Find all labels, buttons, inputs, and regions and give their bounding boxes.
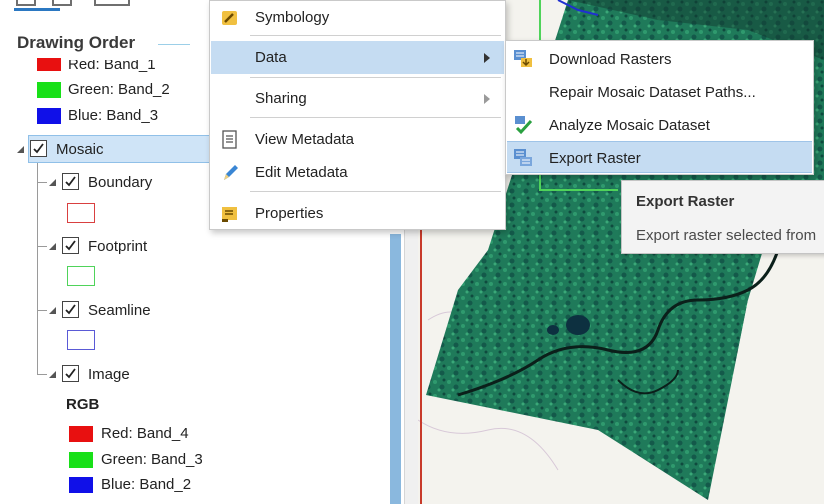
boundary-checkbox[interactable]: [62, 173, 79, 190]
band-green-label: Green: Band_2: [68, 81, 170, 98]
band-blue-swatch: [37, 108, 61, 124]
menu-item-properties-label: Properties: [255, 205, 324, 222]
heading-divider: [158, 44, 190, 45]
contents-tab-strip[interactable]: [14, 0, 154, 11]
image-blue-label: Blue: Band_2: [101, 476, 192, 493]
submenu-arrow-icon: [484, 53, 490, 63]
properties-icon: [220, 204, 240, 224]
image-green-label: Green: Band_3: [101, 451, 203, 468]
menu-item-export-raster-label: Export Raster: [549, 150, 641, 167]
boundary-symbol[interactable]: [67, 203, 95, 223]
view-metadata-icon: [220, 130, 240, 150]
data-submenu: Download Rasters Repair Mosaic Dataset P…: [505, 40, 814, 175]
band-green-swatch: [37, 82, 61, 98]
export-raster-icon: [513, 148, 533, 168]
edit-metadata-icon: [220, 163, 240, 183]
image-checkbox[interactable]: [62, 365, 79, 382]
menu-item-edit-metadata-label: Edit Metadata: [255, 164, 348, 181]
menu-item-sharing[interactable]: Sharing: [211, 82, 504, 115]
image-label: Image: [88, 366, 130, 383]
menu-item-download-rasters-label: Download Rasters: [549, 51, 672, 68]
menu-item-properties[interactable]: Properties: [211, 197, 504, 230]
footprint-collapse-arrow-icon[interactable]: [49, 243, 56, 250]
image-blue-swatch[interactable]: [69, 477, 93, 493]
image-green-swatch[interactable]: [69, 452, 93, 468]
tree-line: [37, 374, 47, 375]
menu-item-download-rasters[interactable]: Download Rasters: [507, 43, 812, 75]
menu-item-view-metadata[interactable]: View Metadata: [211, 123, 504, 156]
download-rasters-icon: [513, 49, 533, 69]
menu-item-repair-mosaic-paths-label: Repair Mosaic Dataset Paths...: [549, 84, 756, 101]
menu-item-view-metadata-label: View Metadata: [255, 131, 354, 148]
boundary-collapse-arrow-icon[interactable]: [49, 179, 56, 186]
active-tab-indicator: [14, 8, 60, 11]
footprint-symbol[interactable]: [67, 266, 95, 286]
tooltip-title: Export Raster: [636, 193, 735, 210]
menu-item-analyze-mosaic-label: Analyze Mosaic Dataset: [549, 117, 710, 134]
boundary-label: Boundary: [88, 174, 153, 191]
image-red-label: Red: Band_4: [101, 425, 189, 442]
submenu-arrow-icon: [484, 94, 490, 104]
mosaic-collapse-arrow-icon[interactable]: [17, 146, 24, 153]
band-blue-label: Blue: Band_3: [68, 107, 159, 124]
seamline-symbol[interactable]: [67, 330, 95, 350]
tree-line: [37, 182, 47, 183]
menu-item-data[interactable]: Data: [211, 41, 504, 74]
rgb-heading: RGB: [66, 396, 100, 413]
seamline-checkbox[interactable]: [62, 301, 79, 318]
menu-item-sharing-label: Sharing: [255, 90, 307, 107]
menu-item-repair-mosaic-paths[interactable]: Repair Mosaic Dataset Paths...: [507, 76, 812, 108]
symbology-icon: [220, 8, 240, 28]
menu-item-edit-metadata[interactable]: Edit Metadata: [211, 156, 504, 189]
seamline-label: Seamline: [88, 302, 151, 319]
tree-line: [37, 246, 47, 247]
band-red-label: Red: Band_1: [68, 56, 156, 73]
analyze-mosaic-icon: [513, 115, 533, 135]
mosaic-checkbox[interactable]: [30, 140, 47, 157]
tree-line: [37, 163, 38, 375]
layer-context-menu: Symbology Data Sharing View Metadata Edi…: [209, 0, 506, 230]
contents-scrollbar[interactable]: [390, 234, 401, 504]
footprint-checkbox[interactable]: [62, 237, 79, 254]
drawing-order-heading: Drawing Order: [17, 33, 136, 52]
band-red-swatch: [37, 58, 61, 71]
footprint-label: Footprint: [88, 238, 148, 255]
menu-separator: [250, 191, 501, 192]
menu-item-symbology[interactable]: Symbology: [211, 1, 504, 34]
menu-item-data-label: Data: [255, 49, 287, 66]
menu-separator: [250, 117, 501, 118]
menu-item-analyze-mosaic[interactable]: Analyze Mosaic Dataset: [507, 109, 812, 141]
tooltip-body: Export raster selected from: [636, 227, 817, 244]
image-red-swatch[interactable]: [69, 426, 93, 442]
seamline-collapse-arrow-icon[interactable]: [49, 307, 56, 314]
drawing-order-tab-icon[interactable]: [16, 0, 36, 6]
image-collapse-arrow-icon[interactable]: [49, 371, 56, 378]
menu-item-export-raster[interactable]: Export Raster: [507, 141, 812, 173]
menu-separator: [250, 77, 501, 78]
menu-separator: [250, 35, 501, 36]
menu-item-symbology-label: Symbology: [255, 9, 330, 26]
tree-line: [37, 310, 47, 311]
source-tab-icon[interactable]: [52, 0, 72, 6]
export-raster-tooltip: Export Raster Export raster selected fro…: [621, 180, 824, 254]
mosaic-label: Mosaic: [56, 141, 104, 158]
selection-tab-icon[interactable]: [94, 0, 130, 6]
